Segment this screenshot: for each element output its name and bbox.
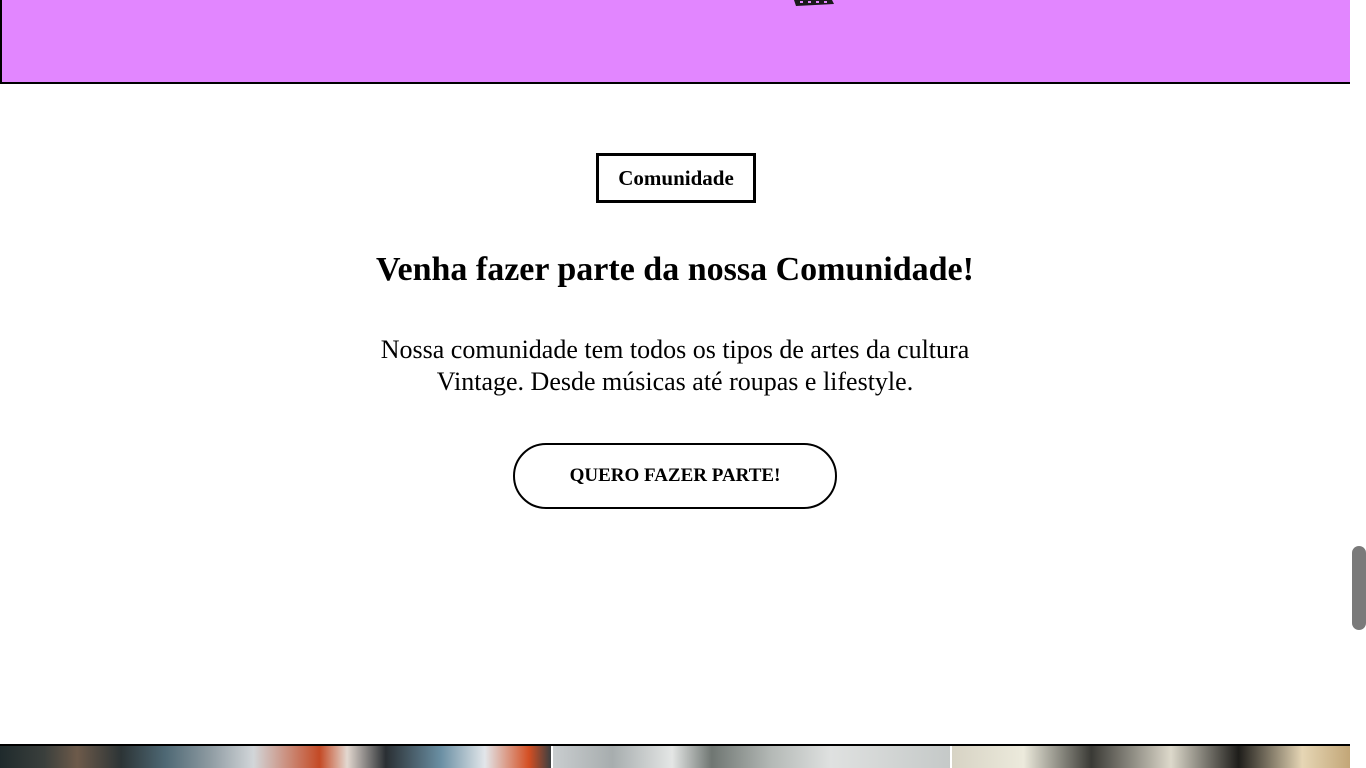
hero-banner [0,0,1352,84]
film-strip-icon [794,0,834,6]
join-community-button[interactable]: QUERO FAZER PARTE! [513,443,837,509]
scrollbar-track[interactable] [1350,0,1366,768]
photo-gallery [0,744,1350,768]
page: Comunidade Venha fazer parte da nossa Co… [0,0,1366,768]
gallery-image-floral[interactable] [952,746,1350,768]
section-description: Nossa comunidade tem todos os tipos de a… [380,335,970,396]
gallery-image-plant[interactable] [553,746,950,768]
section-title: Venha fazer parte da nossa Comunidade! [376,251,974,288]
gallery-image-vintage-shop[interactable] [0,746,551,768]
scrollbar-thumb[interactable] [1352,546,1366,630]
section-tag: Comunidade [596,153,756,203]
community-section: Comunidade Venha fazer parte da nossa Co… [0,82,1350,745]
